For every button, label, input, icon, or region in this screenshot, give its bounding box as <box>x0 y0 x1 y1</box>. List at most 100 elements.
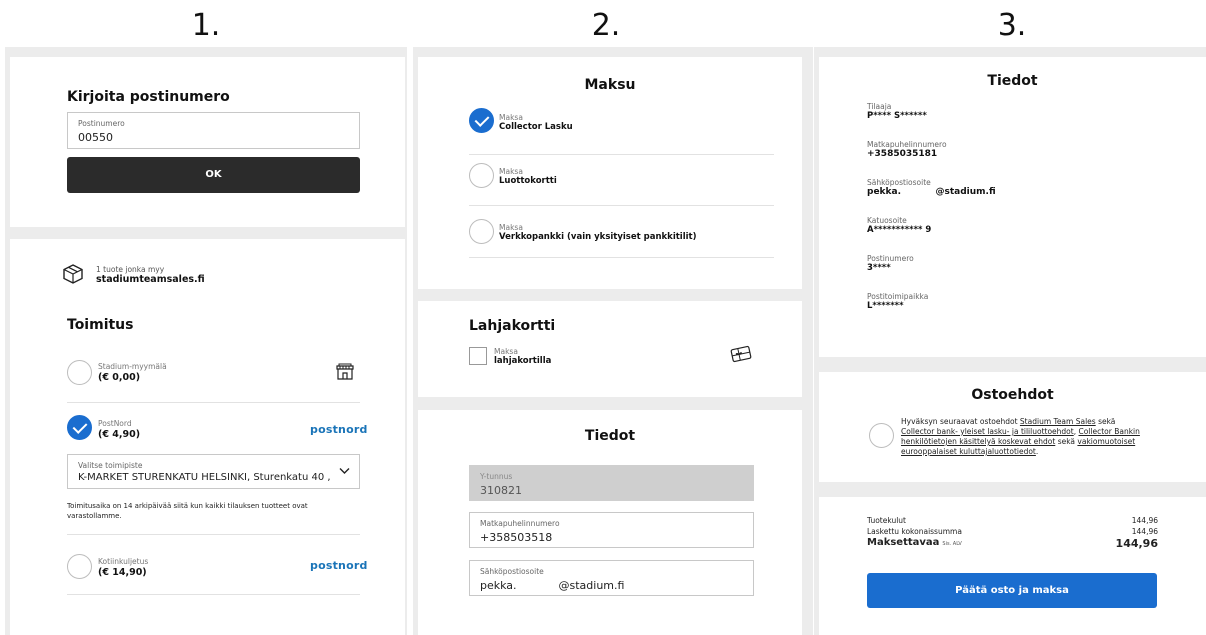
phone-value: +358503518 <box>480 531 553 544</box>
delivery-card: 1 tuote jonka myy stadiumteamsales.fi To… <box>10 239 405 635</box>
divider <box>67 594 360 595</box>
business-id-label: Y-tunnus <box>480 472 513 481</box>
summary-info-title: Tiedot <box>987 73 1038 89</box>
step2-panel: Maksu Maksa Collector Lasku Maksa Luotto… <box>413 47 813 635</box>
pickup-point-select[interactable]: Valitse toimipiste K-MARKET STURENKATU H… <box>67 454 360 489</box>
summary-value: 144,96 <box>1131 527 1158 536</box>
vat-note: Sis. ALV <box>942 541 962 547</box>
phone-field[interactable]: Matkapuhelinnumero +358503518 <box>469 512 754 548</box>
terms-card: Ostoehdot Hyväksyn seuraavat ostoehdot S… <box>819 372 1206 482</box>
terms-link-stadium[interactable]: Stadium Team Sales <box>1020 417 1096 426</box>
business-id-field: Y-tunnus 310821 <box>469 465 754 501</box>
ok-button[interactable]: OK <box>67 157 360 193</box>
delivery-option-postnord-name: PostNord <box>98 419 132 428</box>
delivery-note-line-2: varastollamme. <box>67 512 122 520</box>
delivery-option-home-name: Kotiinkuljetus <box>98 557 149 566</box>
seller-name[interactable]: stadiumteamsales.fi <box>96 274 205 285</box>
delivery-title: Toimitus <box>67 317 134 333</box>
postcode-field-label: Postinumero <box>78 119 125 128</box>
business-id-value: 310821 <box>480 484 522 497</box>
info-label: Tilaaja <box>867 102 892 111</box>
postnord-logo: postnord <box>310 423 368 436</box>
divider <box>469 154 774 155</box>
postnord-logo: postnord <box>310 559 368 572</box>
terms-text-part: sekä <box>1055 437 1078 446</box>
summary-value: 144,96 <box>1131 516 1158 525</box>
summary-label: Tuotekulut <box>867 516 906 525</box>
info-label: Katuosoite <box>867 216 907 225</box>
terms-title: Ostoehdot <box>971 387 1054 403</box>
info-value: A*********** 9 <box>867 225 932 235</box>
info-value: 3**** <box>867 263 891 273</box>
giftcard-card: Lahjakortti Maksa lahjakortilla <box>418 301 802 397</box>
payment-option-card-name: Luottokortti <box>499 176 557 186</box>
place-order-button[interactable]: Päätä osto ja maksa <box>867 573 1157 608</box>
summary-row-products: Tuotekulut 144,96 <box>867 516 1158 525</box>
giftcard-title: Lahjakortti <box>469 318 556 334</box>
step-number-2: 2. <box>591 8 621 43</box>
payment-option-invoice-radio[interactable] <box>469 108 494 133</box>
payment-card: Maksu Maksa Collector Lasku Maksa Luotto… <box>418 57 802 289</box>
details-title: Tiedot <box>584 428 636 444</box>
info-value: pekka. @stadium.fi <box>867 187 996 197</box>
postcode-field[interactable]: Postinumero 00550 <box>67 112 360 149</box>
payment-option-bank-radio[interactable] <box>469 219 494 244</box>
terms-link-collector-bank[interactable]: Collector Bankin <box>1078 427 1139 436</box>
terms-link-privacy[interactable]: henkilötietojen käsittelyä koskevat ehdo… <box>901 437 1055 446</box>
postcode-card: Kirjoita postinumero Postinumero 00550 O… <box>10 57 405 227</box>
payment-option-bank-label: Maksa <box>499 223 523 232</box>
summary-row-amount-due: Maksettavaa Sis. ALV 144,96 <box>867 537 1158 550</box>
info-label: Postinumero <box>867 254 914 263</box>
divider <box>469 257 774 258</box>
payment-option-card-radio[interactable] <box>469 163 494 188</box>
order-summary-card: Tuotekulut 144,96 Laskettu kokonaissumma… <box>819 497 1206 635</box>
info-row: Matkapuhelinnumero +3585035181 <box>867 140 996 178</box>
delivery-option-postnord-price: (€ 4,90) <box>98 429 141 440</box>
info-value: P**** S****** <box>867 111 927 121</box>
store-icon <box>336 363 354 380</box>
delivery-option-home-radio[interactable] <box>67 554 92 579</box>
summary-label: Laskettu kokonaissumma <box>867 527 962 536</box>
info-label: Postitoimipaikka <box>867 292 929 301</box>
giftcard-label: Maksa <box>494 347 518 356</box>
giftcard-checkbox[interactable] <box>469 347 487 365</box>
payment-option-invoice-label: Maksa <box>499 113 523 122</box>
seller-prefix: 1 tuote jonka myy <box>96 265 165 274</box>
email-label: Sähköpostiosoite <box>480 567 544 576</box>
payment-option-card-label: Maksa <box>499 167 523 176</box>
postcode-field-value: 00550 <box>78 131 113 144</box>
divider <box>67 402 360 403</box>
terms-link-standard[interactable]: vakiomuotoiset <box>1077 437 1135 446</box>
payment-option-invoice-name: Collector Lasku <box>499 122 573 132</box>
info-row: Sähköpostiosoite pekka. @stadium.fi <box>867 178 996 216</box>
terms-text-part: sekä <box>1095 417 1116 426</box>
info-row: Postinumero 3**** <box>867 254 996 292</box>
terms-link-eu-credit[interactable]: eurooppalaiset kuluttajaluottotiedot <box>901 447 1036 456</box>
delivery-option-store-radio[interactable] <box>67 360 92 385</box>
step1-panel: Kirjoita postinumero Postinumero 00550 O… <box>5 47 407 635</box>
pickup-point-label: Valitse toimipiste <box>78 461 143 470</box>
delivery-option-postnord-radio[interactable] <box>67 415 92 440</box>
step3-panel: Tiedot Tilaaja P**** S****** Matkapuheli… <box>814 47 1206 635</box>
terms-link-collector[interactable]: Collector bank- yleiset lasku- ja tililu… <box>901 427 1074 436</box>
gift-card-icon <box>730 345 752 363</box>
terms-accept-radio[interactable] <box>869 423 894 448</box>
package-icon <box>63 264 83 284</box>
payment-title: Maksu <box>584 77 636 93</box>
payment-option-bank-name: Verkkopankki (vain yksityiset pankkitili… <box>499 232 697 242</box>
divider <box>67 534 360 535</box>
info-label: Sähköpostiosoite <box>867 178 931 187</box>
email-field[interactable]: Sähköpostiosoite pekka. @stadium.fi <box>469 560 754 596</box>
terms-text: Hyväksyn seuraavat ostoehdot Stadium Tea… <box>901 417 1201 457</box>
info-value: +3585035181 <box>867 149 938 159</box>
delivery-option-store-name: Stadium-myymälä <box>98 362 167 371</box>
summary-info-card: Tiedot Tilaaja P**** S****** Matkapuheli… <box>819 57 1206 357</box>
info-row: Katuosoite A*********** 9 <box>867 216 996 254</box>
info-row: Postitoimipaikka L******* <box>867 292 996 330</box>
step-number-3: 3. <box>997 8 1027 43</box>
amount-due-label: Maksettavaa <box>867 537 940 548</box>
delivery-option-store-price: (€ 0,00) <box>98 372 141 383</box>
info-row: Tilaaja P**** S****** <box>867 102 996 140</box>
chevron-down-icon <box>339 468 350 474</box>
email-value: pekka. @stadium.fi <box>480 579 625 592</box>
